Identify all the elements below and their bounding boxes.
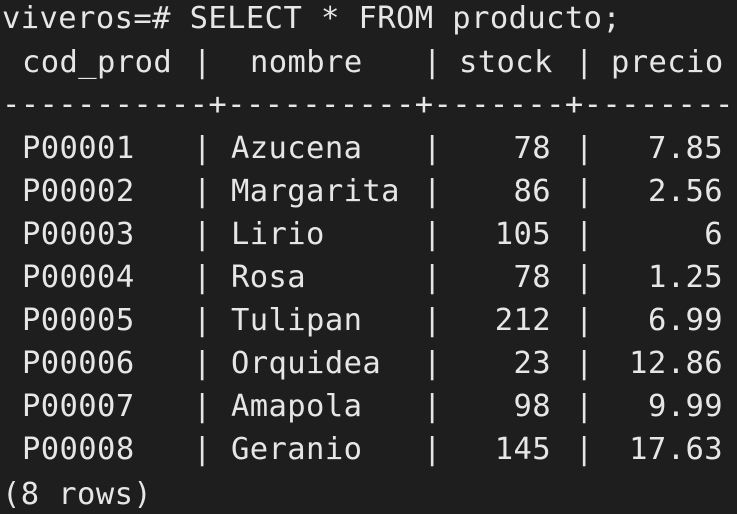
table-row: P00005 | Tulipan | 212 | 6.99 <box>0 299 737 342</box>
table-cell-nombre: Tulipan <box>231 303 363 338</box>
column-separator: | <box>575 303 594 338</box>
table-row: P00002 | Margarita | 86 | 2.56 <box>0 170 737 213</box>
table-cell-precio: 6 <box>704 217 723 252</box>
table-cell-cod-prod: P00002 <box>22 174 135 209</box>
table-row: P00003 | Lirio | 105 | 6 <box>0 213 737 256</box>
table-cell-nombre: Rosa <box>231 260 307 295</box>
terminal-window[interactable]: viveros=# SELECT * FROM producto; cod_pr… <box>0 0 737 514</box>
column-separator: | <box>193 303 212 338</box>
column-separator: | <box>193 45 212 80</box>
table-cell-stock: 98 <box>513 389 551 424</box>
table-cell-cod-prod: P00001 <box>22 131 135 166</box>
column-separator: | <box>423 217 442 252</box>
column-separator: | <box>193 389 212 424</box>
table-cell-precio: 7.85 <box>647 131 723 166</box>
table-cell-stock: 145 <box>494 432 551 467</box>
column-separator: | <box>423 432 442 467</box>
table-cell-precio: 1.25 <box>647 260 723 295</box>
column-separator: | <box>423 131 442 166</box>
column-separator: | <box>423 45 442 80</box>
column-separator: | <box>575 45 594 80</box>
column-separator: | <box>423 346 442 381</box>
table-row: P00001 | Azucena | 78 | 7.85 <box>0 127 737 170</box>
column-header-cod-prod: cod_prod <box>22 45 173 80</box>
column-separator: | <box>193 217 212 252</box>
table-cell-cod-prod: P00003 <box>22 217 135 252</box>
table-header: cod_prod | nombre | stock | precio <box>0 41 737 84</box>
table-cell-cod-prod: P00004 <box>22 260 135 295</box>
table-row: P00007 | Amapola | 98 | 9.99 <box>0 385 737 428</box>
column-separator: | <box>575 346 594 381</box>
table-cell-precio: 12.86 <box>629 346 723 381</box>
table-cell-cod-prod: P00005 <box>22 303 135 338</box>
command-prompt-line: viveros=# SELECT * FROM producto; <box>2 1 622 36</box>
table-cell-nombre: Margarita <box>231 174 400 209</box>
column-separator: | <box>193 346 212 381</box>
column-separator: | <box>575 217 594 252</box>
row-count-footer: (8 rows) <box>2 477 153 512</box>
table-cell-cod-prod: P00008 <box>22 432 135 467</box>
header-separator-line: -----------+----------+-------+-------- <box>2 87 734 122</box>
column-separator: | <box>193 260 212 295</box>
table-cell-nombre: Azucena <box>231 131 363 166</box>
column-separator: | <box>575 174 594 209</box>
table-cell-precio: 17.63 <box>629 432 723 467</box>
column-header-stock: stock <box>459 45 553 80</box>
column-separator: | <box>575 432 594 467</box>
column-separator: | <box>423 389 442 424</box>
table-cell-nombre: Geranio <box>231 432 363 467</box>
table-cell-nombre: Lirio <box>231 217 325 252</box>
column-separator: | <box>575 131 594 166</box>
table-row: P00006 | Orquidea | 23 | 12.86 <box>0 342 737 385</box>
table-cell-stock: 212 <box>494 303 551 338</box>
column-header-nombre: nombre <box>250 45 363 80</box>
column-separator: | <box>575 260 594 295</box>
table-cell-stock: 78 <box>513 260 551 295</box>
table-cell-cod-prod: P00006 <box>22 346 135 381</box>
table-row: P00008 | Geranio | 145 | 17.63 <box>0 428 737 471</box>
table-cell-nombre: Amapola <box>231 389 363 424</box>
column-separator: | <box>423 260 442 295</box>
column-separator: | <box>423 303 442 338</box>
table-cell-stock: 23 <box>513 346 551 381</box>
table-cell-nombre: Orquidea <box>231 346 382 381</box>
table-cell-precio: 2.56 <box>647 174 723 209</box>
column-separator: | <box>193 432 212 467</box>
table-cell-cod-prod: P00007 <box>22 389 135 424</box>
column-separator: | <box>193 131 212 166</box>
column-header-precio: precio <box>611 45 724 80</box>
column-separator: | <box>423 174 442 209</box>
table-row: P00004 | Rosa | 78 | 1.25 <box>0 256 737 299</box>
table-cell-stock: 86 <box>513 174 551 209</box>
column-separator: | <box>193 174 212 209</box>
column-separator: | <box>575 389 594 424</box>
table-cell-precio: 9.99 <box>647 389 723 424</box>
table-cell-stock: 78 <box>513 131 551 166</box>
table-cell-stock: 105 <box>494 217 551 252</box>
table-cell-precio: 6.99 <box>647 303 723 338</box>
